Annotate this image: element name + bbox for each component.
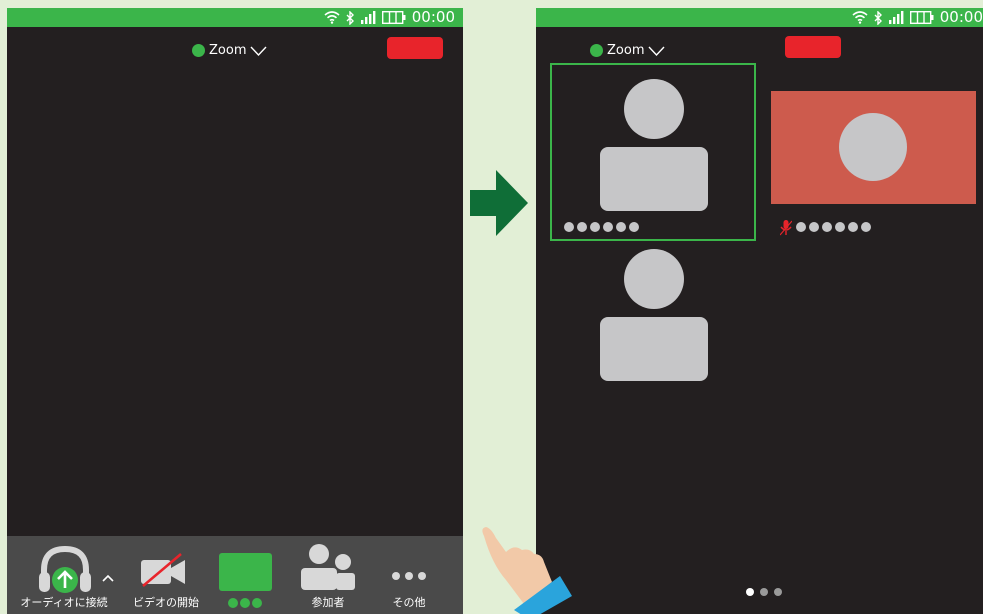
right-arrow-icon — [470, 170, 528, 236]
connection-status-icon — [192, 44, 205, 57]
meeting-screen-before: 00:00 Zoom オーディオに接続 ビデオの開始 参加者 その他 — [7, 8, 463, 614]
bluetooth-icon — [346, 10, 354, 25]
page-dot — [760, 588, 768, 596]
participant-tile-speaker[interactable] — [771, 91, 976, 204]
participants-label: 参加者 — [311, 596, 345, 609]
avatar-icon — [839, 113, 907, 181]
participants-icon — [301, 544, 355, 590]
more-label: その他 — [392, 596, 426, 609]
share-screen-label-dots — [228, 598, 262, 608]
page-indicator — [746, 588, 782, 596]
status-time: 00:00 — [939, 8, 983, 26]
more-dots-icon — [392, 572, 426, 580]
participant-name-hidden — [796, 222, 871, 232]
start-video-label: ビデオの開始 — [133, 596, 199, 609]
chevron-down-icon — [648, 46, 665, 56]
chevron-down-icon — [250, 46, 267, 56]
chevron-up-icon[interactable] — [102, 574, 114, 582]
end-meeting-button[interactable] — [785, 36, 841, 58]
signal-icon — [888, 11, 904, 24]
meeting-screen-gallery: 00:00 Zoom — [536, 8, 983, 614]
avatar-icon — [600, 249, 708, 381]
swipe-hand-icon — [482, 527, 572, 614]
participant-tile-self[interactable] — [550, 63, 756, 241]
wifi-icon — [852, 11, 868, 24]
end-meeting-button[interactable] — [387, 37, 443, 59]
page-dot-active — [746, 588, 754, 596]
join-audio-button[interactable]: オーディオに接続 — [7, 536, 121, 614]
connection-status-icon — [590, 44, 603, 57]
share-screen-button[interactable] — [211, 536, 285, 614]
bluetooth-icon — [874, 10, 882, 25]
meeting-title[interactable]: Zoom — [192, 43, 267, 58]
meeting-toolbar: オーディオに接続 ビデオの開始 参加者 その他 — [7, 536, 463, 614]
share-screen-icon — [219, 553, 272, 591]
status-bar: 00:00 — [536, 8, 983, 27]
avatar-icon — [600, 79, 708, 211]
meeting-title[interactable]: Zoom — [590, 43, 665, 58]
page-dot — [774, 588, 782, 596]
status-time: 00:00 — [411, 8, 455, 26]
video-off-icon — [141, 553, 185, 587]
start-video-button[interactable]: ビデオの開始 — [121, 536, 211, 614]
participants-button[interactable]: 参加者 — [285, 536, 371, 614]
battery-icon — [381, 11, 406, 24]
status-bar: 00:00 — [7, 8, 463, 27]
muted-mic-icon — [780, 220, 792, 236]
participant-name-hidden — [564, 222, 639, 232]
meeting-title-label: Zoom — [607, 43, 645, 58]
battery-icon — [909, 11, 934, 24]
headphone-icon — [39, 545, 91, 593]
meeting-title-label: Zoom — [209, 43, 247, 58]
more-button[interactable]: その他 — [371, 536, 447, 614]
participant-tile-3[interactable] — [600, 249, 708, 381]
signal-icon — [360, 11, 376, 24]
wifi-icon — [324, 11, 340, 24]
join-audio-label: オーディオに接続 — [20, 596, 108, 609]
